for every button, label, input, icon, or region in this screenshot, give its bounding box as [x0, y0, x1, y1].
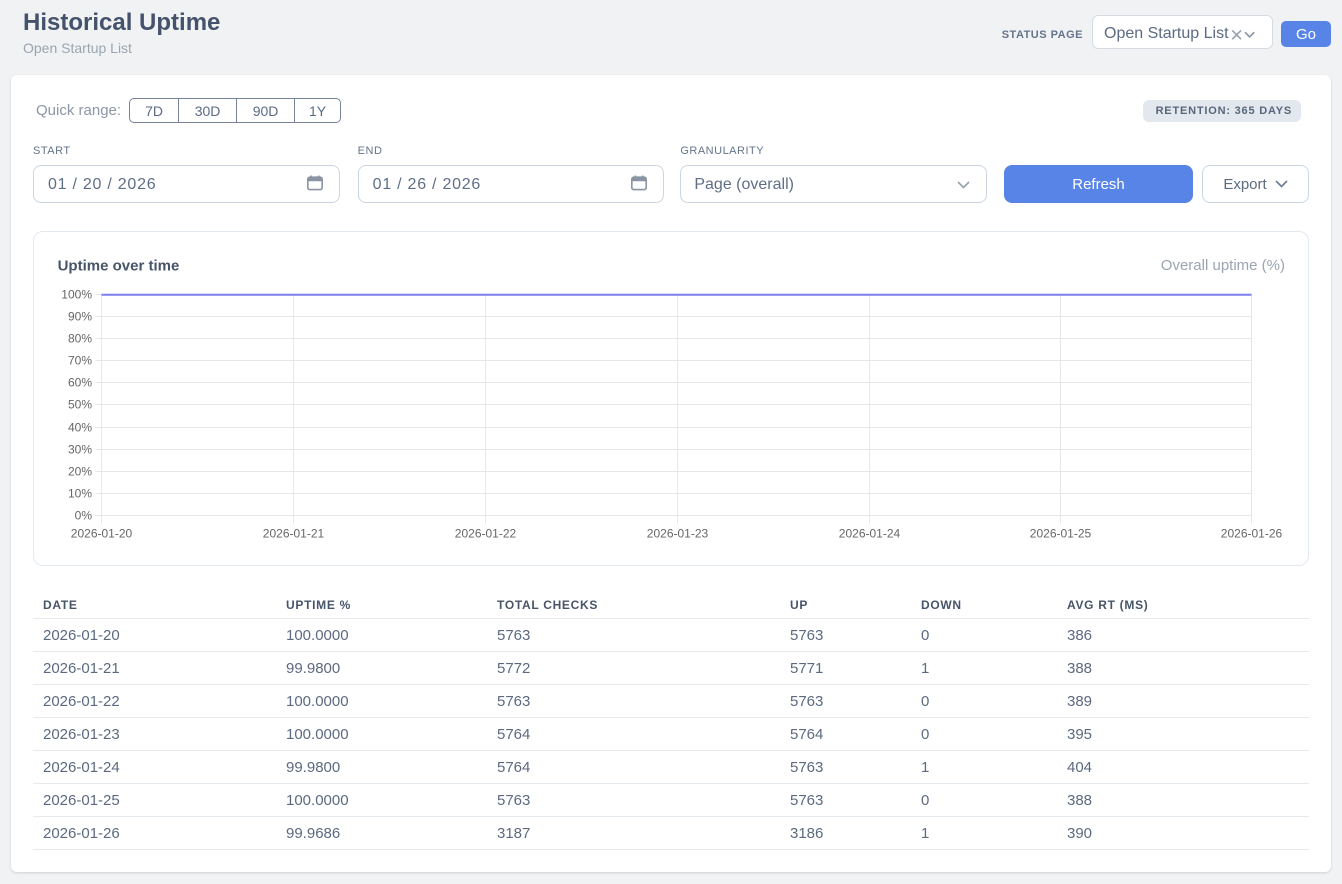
- svg-text:60%: 60%: [68, 376, 92, 390]
- svg-text:2026-01-23: 2026-01-23: [647, 527, 709, 541]
- svg-text:2026-01-21: 2026-01-21: [263, 527, 325, 541]
- svg-text:Overall uptime (%): Overall uptime (%): [1161, 257, 1285, 274]
- svg-text:40%: 40%: [68, 421, 92, 435]
- svg-text:10%: 10%: [68, 487, 92, 501]
- svg-text:70%: 70%: [68, 354, 92, 368]
- svg-text:80%: 80%: [68, 332, 92, 346]
- svg-text:2026-01-22: 2026-01-22: [455, 527, 517, 541]
- svg-text:100%: 100%: [61, 288, 92, 302]
- svg-text:2026-01-26: 2026-01-26: [1221, 527, 1283, 541]
- svg-text:30%: 30%: [68, 443, 92, 457]
- svg-text:0%: 0%: [75, 509, 93, 523]
- svg-text:2026-01-24: 2026-01-24: [839, 527, 901, 541]
- svg-text:90%: 90%: [68, 310, 92, 324]
- svg-text:2026-01-20: 2026-01-20: [71, 527, 133, 541]
- svg-text:50%: 50%: [68, 398, 92, 412]
- svg-text:2026-01-25: 2026-01-25: [1030, 527, 1092, 541]
- svg-text:20%: 20%: [68, 465, 92, 479]
- svg-text:Uptime over time: Uptime over time: [58, 258, 180, 275]
